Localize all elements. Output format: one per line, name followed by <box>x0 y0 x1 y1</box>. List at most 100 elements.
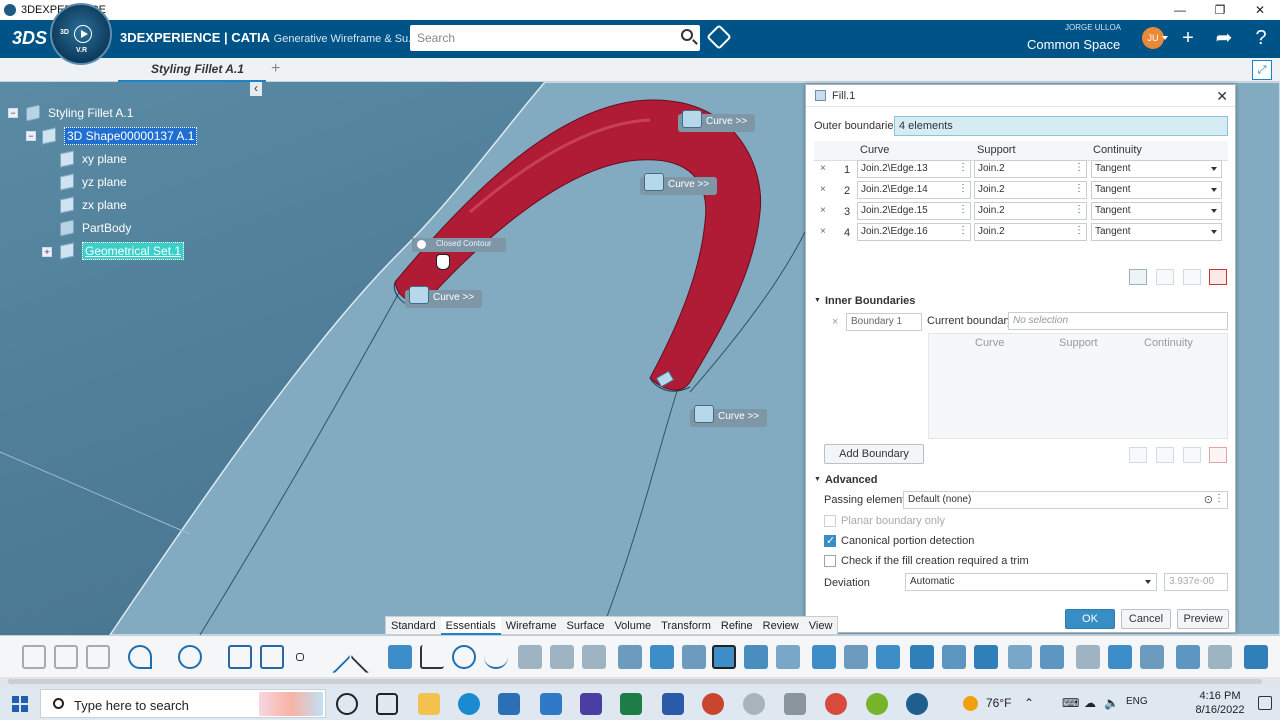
kebab-icon[interactable]: ⋮ <box>958 225 968 236</box>
tree-item-root[interactable]: Styling Fillet A.1 <box>26 103 133 123</box>
current-boundary-field[interactable]: No selection <box>1008 312 1228 330</box>
tree-item-3d-shape[interactable]: 3D Shape00000137 A.1 <box>42 126 198 146</box>
kebab-icon[interactable]: ⋮ <box>1074 162 1084 173</box>
scaling-icon[interactable] <box>1076 645 1100 669</box>
avatar[interactable]: JU <box>1142 27 1168 49</box>
check-trim-checkbox[interactable] <box>824 555 836 567</box>
delete-all-icon[interactable] <box>1209 447 1227 463</box>
continuity-select[interactable]: Tangent <box>1091 223 1222 241</box>
sketch-icon[interactable] <box>228 645 252 669</box>
tab-wireframe[interactable]: Wireframe <box>501 617 562 635</box>
tree-collapse-button[interactable]: ‹ <box>250 82 262 96</box>
continuity-select[interactable]: Tangent <box>1091 181 1222 199</box>
insert-row-icon[interactable] <box>1156 447 1174 463</box>
cloud-icon[interactable]: ☁ <box>1084 696 1096 710</box>
restore-button[interactable]: ❐ <box>1200 0 1240 20</box>
tab-view[interactable]: View <box>804 617 838 635</box>
copy-icon[interactable] <box>54 645 78 669</box>
horizontal-scrollbar[interactable] <box>0 677 1280 686</box>
search-input[interactable]: Search <box>410 25 700 51</box>
tab-styling-fillet[interactable]: Styling Fillet A.1 <box>118 58 266 82</box>
preview-button[interactable]: Preview <box>1177 609 1229 629</box>
mail-icon[interactable] <box>540 693 562 715</box>
closed-contour-label[interactable]: Closed Contour <box>412 238 506 252</box>
undo-icon[interactable] <box>128 645 152 669</box>
windows-start-icon[interactable] <box>12 696 28 712</box>
replace-row-icon[interactable] <box>1183 269 1201 285</box>
tab-review[interactable]: Review <box>758 617 804 635</box>
kebab-icon[interactable]: ⋮ <box>1074 225 1084 236</box>
remove-row-icon[interactable]: × <box>820 163 826 174</box>
notification-icon[interactable] <box>1258 696 1272 710</box>
3dexperience-icon[interactable] <box>906 693 928 715</box>
tray-chevron-icon[interactable]: ⌃ <box>1024 696 1034 710</box>
excel-icon[interactable] <box>620 693 642 715</box>
passing-elements-field[interactable]: Default (none) ⊙ ⋮ <box>903 491 1228 509</box>
tab-volume[interactable]: Volume <box>609 617 656 635</box>
healing-icon[interactable] <box>776 645 800 669</box>
tree-item-geometrical-set[interactable]: Geometrical Set.1 <box>60 241 185 261</box>
curve-label[interactable]: Curve >> <box>678 110 756 132</box>
measure-icon[interactable] <box>1176 645 1200 669</box>
expand-icon[interactable]: ⤢ <box>1252 60 1272 80</box>
line-icon[interactable] <box>317 640 351 674</box>
rotate-icon[interactable] <box>1008 645 1032 669</box>
kebab-icon[interactable]: ⋮ <box>1074 183 1084 194</box>
curve-cell[interactable]: Join.2\Edge.15 ⋮ <box>857 202 971 220</box>
advanced-section[interactable]: Advanced <box>814 474 878 486</box>
kebab-icon[interactable]: ⋮ <box>1214 493 1224 504</box>
continuity-select[interactable]: Tangent <box>1091 160 1222 178</box>
fill-icon[interactable] <box>618 645 642 669</box>
multi-section-icon[interactable] <box>682 645 706 669</box>
planar-boundary-checkbox[interactable] <box>824 515 836 527</box>
plane-icon[interactable] <box>388 645 412 669</box>
tree-item-partbody[interactable]: PartBody <box>60 218 131 238</box>
outer-boundaries-field[interactable]: 4 elements <box>894 116 1228 136</box>
continuity-select[interactable]: Tangent <box>1091 202 1222 220</box>
keyboard-icon[interactable]: ⌨ <box>1062 696 1079 710</box>
replace-row-icon[interactable] <box>1183 447 1201 463</box>
cortana-icon[interactable] <box>336 693 358 715</box>
view-icon[interactable] <box>1244 645 1268 669</box>
remove-boundary-icon[interactable]: × <box>832 316 838 328</box>
plus-icon[interactable]: + <box>1177 27 1199 49</box>
3d-sketch-icon[interactable] <box>260 645 284 669</box>
add-row-icon[interactable] <box>1129 447 1147 463</box>
app-icon[interactable] <box>580 693 602 715</box>
dialog-close-button[interactable]: ✕ <box>1216 88 1228 105</box>
curve-cell[interactable]: Join.2\Edge.14 ⋮ <box>857 181 971 199</box>
revolve-icon[interactable] <box>550 645 574 669</box>
store-icon[interactable] <box>498 693 520 715</box>
tag-icon[interactable] <box>706 24 732 50</box>
delete-all-icon[interactable] <box>1209 269 1227 285</box>
chrome-icon[interactable] <box>825 693 847 715</box>
boundary-1-item[interactable]: Boundary 1 <box>846 313 922 331</box>
fillet-icon[interactable] <box>942 645 966 669</box>
kebab-icon[interactable]: ⋮ <box>958 204 968 215</box>
powerpoint-icon[interactable] <box>702 693 724 715</box>
affinity-icon[interactable] <box>1108 645 1132 669</box>
app-icon[interactable] <box>743 693 765 715</box>
space-selector[interactable]: Common Space <box>1027 37 1120 52</box>
translate-icon[interactable] <box>974 645 998 669</box>
spline-icon[interactable] <box>484 645 508 669</box>
play-icon[interactable] <box>74 25 92 43</box>
cancel-button[interactable]: Cancel <box>1121 609 1171 629</box>
boundary-icon[interactable] <box>876 645 900 669</box>
curve-label[interactable]: Curve >> <box>405 286 483 308</box>
support-cell[interactable]: Join.2 ⋮ <box>974 223 1087 241</box>
symmetry-icon[interactable] <box>1040 645 1064 669</box>
analysis-icon[interactable] <box>1208 645 1232 669</box>
ds-logo[interactable]: 3DS <box>12 28 47 49</box>
kebab-icon[interactable]: ⋮ <box>1074 204 1084 215</box>
blend-icon[interactable] <box>650 645 674 669</box>
add-row-icon[interactable] <box>1129 269 1147 285</box>
trim-icon[interactable] <box>844 645 868 669</box>
app-icon[interactable] <box>866 693 888 715</box>
tree-item-xy-plane[interactable]: xy plane <box>60 149 127 169</box>
tab-essentials[interactable]: Essentials <box>440 617 501 635</box>
minimize-button[interactable]: — <box>1160 0 1200 20</box>
curve-label[interactable]: Curve >> <box>640 173 718 195</box>
scrollbar-thumb[interactable] <box>8 679 1262 684</box>
ok-button[interactable]: OK <box>1065 609 1115 629</box>
